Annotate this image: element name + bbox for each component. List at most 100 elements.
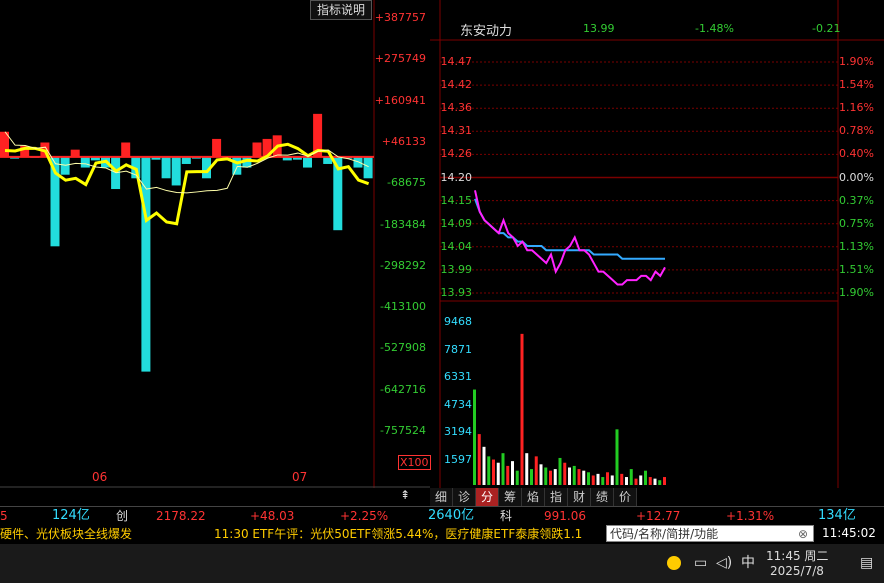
volume-bar-15 [539,464,543,485]
volume-bar-21 [568,467,571,485]
pct-tick-8: 0.75% [839,216,874,230]
volume-bar-18 [553,469,557,485]
status-index-change-2: +12.77 [636,509,681,523]
status-index-pct-1: +2.25% [340,509,389,523]
volume-bar-30 [610,475,614,485]
price-tick-4: 14.31 [440,124,473,138]
flow-bar-22 [212,138,222,157]
volume-bar-3 [482,446,486,485]
pct-tick-10: 1.51% [839,262,874,276]
tab-performance[interactable]: 绩 [591,488,614,506]
price-tick-7: 14.15 [440,193,473,207]
x-label-07: 07 [292,470,308,484]
left-y-tick-8: -413100 [380,300,426,314]
status-s1: 5 [0,509,8,523]
pct-tick-7: 0.37% [839,193,874,207]
flow-bar-31 [303,156,312,168]
flow-bar-17 [161,156,171,179]
volume-bar-24 [582,470,586,485]
price-tick-10: 13.99 [440,262,473,276]
volume-bar-28 [601,477,605,485]
volume-tick-4: 4734 [444,397,472,411]
ime-indicator[interactable]: 中 [741,544,755,583]
tab-minute[interactable]: 分 [476,488,499,506]
left-y-tick-10: -642716 [380,382,426,396]
volume-bar-14 [534,456,538,485]
tab-price[interactable]: 价 [614,488,637,506]
pct-tick-1: 1.90% [839,55,874,68]
volume-tick-2: 7871 [444,342,472,356]
app-clock: 11:45:02 [822,526,876,540]
price-tick-5: 14.26 [440,147,473,161]
volume-bar-37 [644,470,647,485]
volume-bar-25 [587,472,590,485]
status-index-pct-2: +1.31% [726,509,775,523]
flow-bar-8 [70,149,80,157]
volume-bar-16 [544,467,548,485]
volume-bar-27 [596,473,600,485]
volume-bar-9 [511,461,514,485]
avg-price-line [474,198,665,260]
pct-tick-4: 0.78% [839,124,874,138]
volume-bar-8 [506,465,510,485]
volume-bar-31 [615,429,619,485]
taskbar-date[interactable]: 2025/7/8 [770,564,824,578]
search-close-icon[interactable]: ⊗ [798,527,808,541]
volume-bar-22 [572,465,576,485]
tab-detail[interactable]: 细 [430,488,453,506]
tab-finance[interactable]: 财 [568,488,591,506]
intraday-chart [430,0,884,488]
tab-indicator[interactable]: 指 [545,488,568,506]
status-index-name-2[interactable]: 科 [500,507,512,525]
volume-bar-41 [663,477,666,485]
flow-bar-24 [232,156,242,175]
volume-bar-7 [501,453,505,485]
pct-tick-2: 1.54% [839,78,874,92]
tab-diagnose[interactable]: 诊 [453,488,476,506]
volume-bar-2 [477,434,481,485]
x-label-06: 06 [92,470,108,484]
volume-bar-20 [563,462,567,485]
status-index-name-1[interactable]: 创 [116,507,128,525]
tray-app-icon[interactable] [667,544,681,583]
price-tick-11: 13.93 [440,286,473,299]
volume-bar-39 [653,478,657,485]
expand-icon[interactable]: ⇞ [400,488,410,502]
status-index-value-2: 991.06 [544,509,586,523]
pct-tick-9: 1.13% [839,239,874,253]
taskbar-time[interactable]: 11:45 周二 [766,547,828,564]
left-y-tick-1: +387757 [374,11,426,24]
status-index-value-1: 2178.22 [156,509,206,523]
chart-tabs: 细 诊 分 筹 焰 指 财 绩 价 [430,488,637,506]
news-item-1[interactable]: 硬件、光伏板块全线爆发 [0,524,132,544]
volume-tick-3: 6331 [444,370,472,383]
flow-bar-37 [363,156,373,179]
taskbar: ▭ ◁) 中 11:45 周二 2025/7/8 ▤ [0,544,884,583]
search-input[interactable]: 代码/名称/简拼/功能 [606,525,814,542]
flow-bar-19 [181,156,191,164]
news-item-2[interactable]: 11:30 ETF午评：光伏50ETF领涨5.44%，医疗健康ETF泰康领跌1.… [214,524,582,544]
volume-bar-36 [639,475,643,485]
notification-icon[interactable]: ▤ [860,544,873,583]
volume-bar-38 [648,477,652,485]
volume-bar-17 [549,470,552,485]
volume-bar-26 [591,475,595,485]
volume-icon[interactable]: ◁) [716,544,732,583]
tab-flame[interactable]: 焰 [522,488,545,506]
price-tick-3: 14.36 [440,101,473,115]
volume-bar-1 [473,389,476,485]
volume-bar-23 [577,469,581,485]
volume-bar-10 [515,470,519,485]
volume-bar-4 [487,456,491,485]
flow-bar-26 [252,142,262,157]
price-tick-1: 14.47 [440,55,473,68]
stock-price: 13.99 [583,22,615,35]
volume-bar-13 [530,469,533,485]
price-tick-2: 14.42 [440,78,473,92]
price-tick-6: 14.20 [440,170,473,184]
network-icon[interactable]: ▭ [694,544,707,583]
tab-chips[interactable]: 筹 [499,488,522,506]
stock-change-pct: -1.48% [695,22,734,35]
volume-bar-12 [525,453,529,485]
indicator-help-button[interactable]: 指标说明 [310,0,372,20]
